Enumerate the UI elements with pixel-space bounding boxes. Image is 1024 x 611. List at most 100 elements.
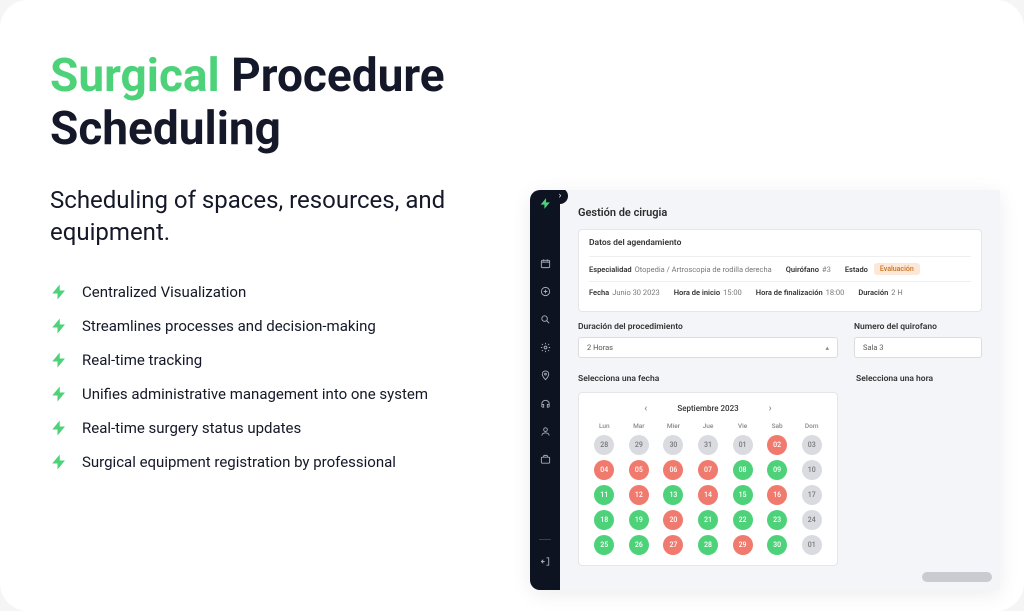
scroll-thumb[interactable] <box>922 572 992 582</box>
calendar-dow: Sab <box>772 422 783 430</box>
calendar-day[interactable]: 31 <box>698 435 718 455</box>
especialidad-value: Otopedia / Artroscopia de rodilla derech… <box>635 265 772 274</box>
page-title: Surgical Procedure Scheduling <box>50 50 510 156</box>
user-icon[interactable] <box>538 424 552 438</box>
search-icon[interactable] <box>538 312 552 326</box>
estado-label: Estado <box>845 265 868 274</box>
app-title: Gestión de cirugia <box>578 206 982 219</box>
calendar-day[interactable]: 02 <box>767 435 787 455</box>
calendar-day[interactable]: 27 <box>663 535 683 555</box>
calendar-day[interactable]: 17 <box>802 485 822 505</box>
calendar-day[interactable]: 12 <box>629 485 649 505</box>
feature-text: Unifies administrative management into o… <box>82 385 428 403</box>
subtitle: Scheduling of spaces, resources, and equ… <box>50 184 510 249</box>
calendar-day[interactable]: 15 <box>733 485 753 505</box>
quirofano-label: Quirófano <box>786 265 819 274</box>
calendar-day[interactable]: 05 <box>629 460 649 480</box>
duracion-label: Duración <box>858 288 888 297</box>
calendar-dow: Jue <box>703 422 714 430</box>
calendar-day[interactable]: 08 <box>733 460 753 480</box>
panel-row-1: EspecialidadOtopedia / Artroscopia de ro… <box>589 256 971 281</box>
preview-wrap: › Gestión de cirugia Datos del <box>530 50 1024 571</box>
next-month[interactable]: › <box>769 403 772 414</box>
bolt-icon <box>50 419 68 437</box>
calendar-day[interactable]: 10 <box>802 460 822 480</box>
calendar-day[interactable]: 13 <box>663 485 683 505</box>
calendar-day[interactable]: 25 <box>594 535 614 555</box>
calendar-day[interactable]: 06 <box>663 460 683 480</box>
add-icon[interactable] <box>538 284 552 298</box>
fin-label: Hora de finalización <box>756 288 823 297</box>
prev-month[interactable]: ‹ <box>644 403 647 414</box>
calendar-day[interactable]: 07 <box>698 460 718 480</box>
estado-badge: Evaluación <box>874 263 920 275</box>
location-icon[interactable] <box>538 368 552 382</box>
calendar-day[interactable]: 28 <box>698 535 718 555</box>
panel-row-2: FechaJunio 30 2023 Hora de inicio15:00 H… <box>589 281 971 303</box>
calendar-day[interactable]: 23 <box>767 510 787 530</box>
feature-text: Real-time tracking <box>82 351 202 369</box>
room-label: Numero del quirofano <box>854 322 982 332</box>
inicio-value: 15:00 <box>723 288 742 297</box>
calendar-icon[interactable] <box>538 256 552 270</box>
calendar-day[interactable]: 24 <box>802 510 822 530</box>
feature-text: Surgical equipment registration by profe… <box>82 453 396 471</box>
calendar-day[interactable]: 19 <box>629 510 649 530</box>
sidebar-divider <box>539 539 551 540</box>
calendar-grid: Lun Mar Mier Jue Vie Sab Dom 28 29 30 31 01 02 03 04 05… <box>591 422 825 555</box>
app-preview: › Gestión de cirugia Datos del <box>530 190 1000 590</box>
calendar-day[interactable]: 30 <box>663 435 683 455</box>
bolt-icon <box>50 317 68 335</box>
inicio-label: Hora de inicio <box>674 288 720 297</box>
feature-text: Streamlines processes and decision-makin… <box>82 317 376 335</box>
date-section-label: Selecciona una fecha <box>578 374 838 384</box>
room-select[interactable]: Sala 3 <box>854 337 982 358</box>
calendar-day[interactable]: 01 <box>802 535 822 555</box>
feature-text: Real-time surgery status updates <box>82 419 301 437</box>
feature-text: Centralized Visualization <box>82 283 246 301</box>
duration-label: Duración del procedimiento <box>578 322 838 332</box>
panel-title: Datos del agendamiento <box>589 238 971 248</box>
calendar-dow: Mier <box>667 422 680 430</box>
bolt-icon[interactable] <box>538 196 552 210</box>
briefcase-icon[interactable] <box>538 452 552 466</box>
calendar-day[interactable]: 21 <box>698 510 718 530</box>
calendar-day[interactable]: 30 <box>767 535 787 555</box>
logout-icon[interactable] <box>538 554 552 568</box>
feature-item: Unifies administrative management into o… <box>50 385 510 403</box>
calendar-dow: Lun <box>599 422 610 430</box>
app-content: Gestión de cirugia Datos del agendamient… <box>560 190 1000 590</box>
calendar-day[interactable]: 03 <box>802 435 822 455</box>
gear-icon[interactable] <box>538 340 552 354</box>
form-row: Duración del procedimiento 2 Horas ▴ Num… <box>578 322 982 358</box>
calendar-day[interactable]: 22 <box>733 510 753 530</box>
bolt-icon <box>50 351 68 369</box>
calendar-dow: Dom <box>805 422 819 430</box>
headset-icon[interactable] <box>538 396 552 410</box>
calendar-day[interactable]: 26 <box>629 535 649 555</box>
fecha-label: Fecha <box>589 288 609 297</box>
fecha-value: Junio 30 2023 <box>612 288 660 297</box>
calendar-day[interactable]: 29 <box>629 435 649 455</box>
calendar-day[interactable]: 16 <box>767 485 787 505</box>
calendar-day[interactable]: 20 <box>663 510 683 530</box>
calendar-day[interactable]: 18 <box>594 510 614 530</box>
calendar-day[interactable]: 14 <box>698 485 718 505</box>
calendar-dow: Vie <box>738 422 747 430</box>
duration-select[interactable]: 2 Horas ▴ <box>578 337 838 358</box>
calendar-day[interactable]: 29 <box>733 535 753 555</box>
calendar-month: Septiembre 2023 <box>677 404 738 413</box>
calendar-day[interactable]: 11 <box>594 485 614 505</box>
calendar-day[interactable]: 09 <box>767 460 787 480</box>
calendar: ‹ Septiembre 2023 › Lun Mar Mier Jue Vie Sab D… <box>578 392 838 566</box>
feature-item: Centralized Visualization <box>50 283 510 301</box>
caret-icon: ▴ <box>825 344 829 352</box>
app-sidebar: › <box>530 190 560 590</box>
calendar-day[interactable]: 28 <box>594 435 614 455</box>
fin-value: 18:00 <box>826 288 845 297</box>
calendar-day[interactable]: 04 <box>594 460 614 480</box>
calendar-dow: Mar <box>633 422 645 430</box>
calendar-day[interactable]: 01 <box>733 435 753 455</box>
time-section-label: Selecciona una hora <box>856 374 933 384</box>
duration-value: 2 Horas <box>587 343 613 352</box>
